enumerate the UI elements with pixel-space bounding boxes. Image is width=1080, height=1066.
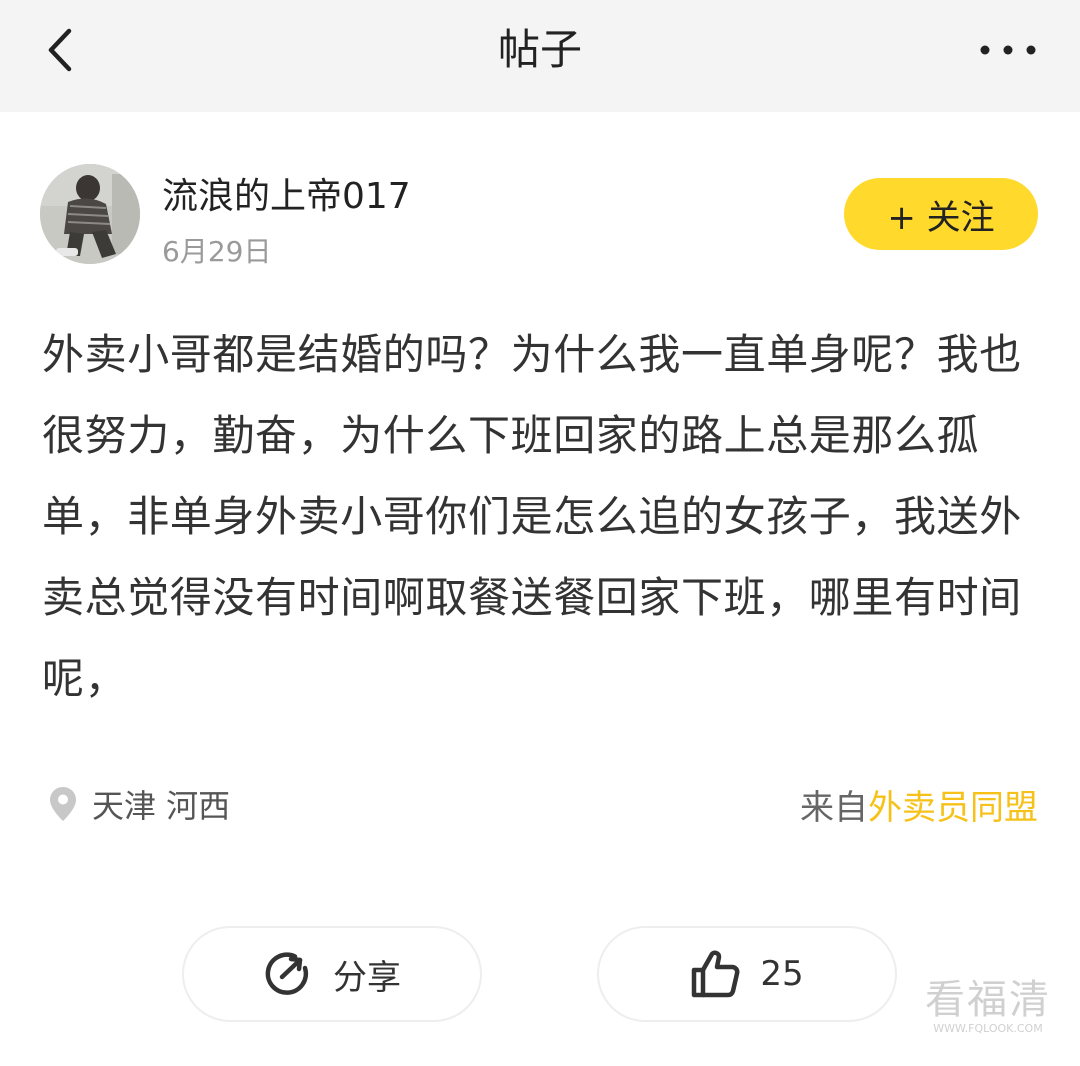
watermark-text: 看福清	[925, 977, 1051, 1023]
page-title: 帖子	[497, 25, 582, 74]
author-name[interactable]: 流浪的上帝017	[162, 174, 411, 220]
more-button[interactable]	[968, 28, 1048, 72]
location-pin-icon	[50, 787, 76, 821]
source-prefix: 来自	[800, 787, 868, 828]
post-content: 外卖小哥都是结婚的吗？为什么我一直单身呢？我也很努力，勤奋，为什么下班回家的路上…	[42, 330, 1022, 703]
share-button[interactable]: 分享	[182, 926, 482, 1022]
more-horizontal-icon	[980, 45, 1036, 55]
source-info: 来自 外卖员同盟	[800, 780, 1038, 828]
avatar-image	[40, 164, 140, 264]
watermark: 看福清 WWW.FQLOOK.COM	[918, 978, 1058, 1036]
share-icon	[265, 952, 309, 995]
location-tag: 天津 河西	[48, 780, 230, 828]
location-text: 天津 河西	[92, 787, 231, 825]
source-group-link[interactable]: 外卖员同盟	[868, 780, 1038, 829]
author-avatar[interactable]	[40, 164, 140, 264]
top-nav-bar: 帖子	[0, 0, 1080, 112]
like-button[interactable]: 25	[597, 926, 897, 1022]
watermark-url: WWW.FQLOOK.COM	[933, 1022, 1043, 1035]
share-label: 分享	[333, 957, 401, 998]
post-date: 6月29日	[162, 235, 272, 268]
follow-button[interactable]: + 关注	[844, 178, 1038, 250]
like-count: 25	[760, 954, 804, 994]
thumbs-up-icon	[692, 950, 740, 998]
